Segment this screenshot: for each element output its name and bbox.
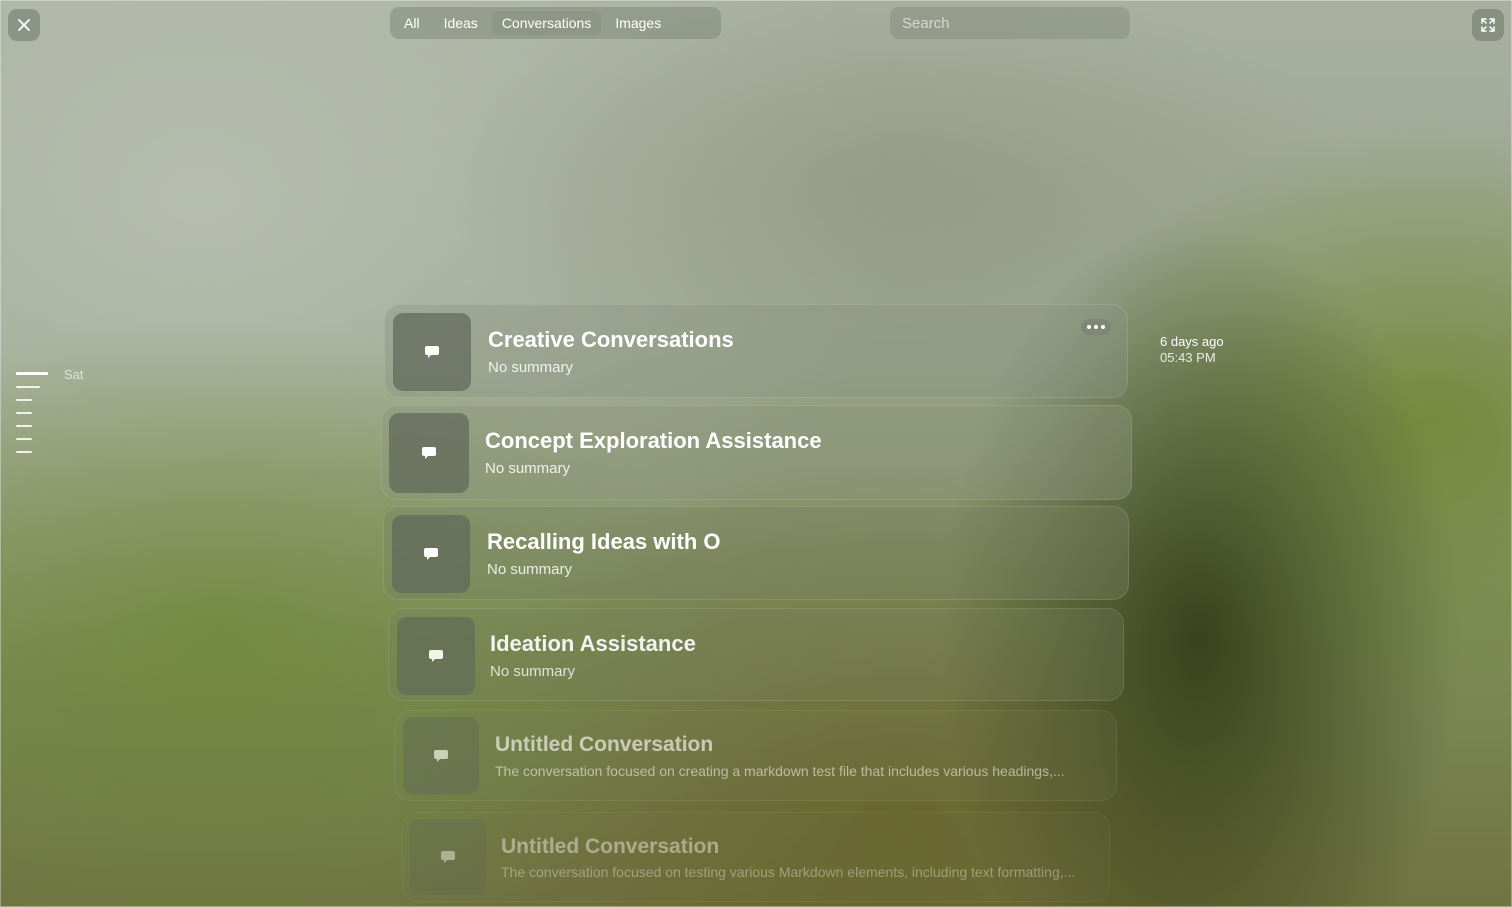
timeline-scrubber[interactable]: [16, 372, 48, 464]
timeline-tick: [16, 412, 32, 414]
timeline-tick: [16, 451, 32, 453]
tab-conversations[interactable]: Conversations: [491, 11, 602, 35]
more-options-button[interactable]: [1081, 319, 1111, 335]
close-button[interactable]: [8, 9, 40, 41]
timeline-tick: [16, 438, 32, 440]
tab-images[interactable]: Images: [605, 11, 671, 35]
timeline-tick: [16, 425, 32, 427]
conversation-thumbnail: [393, 313, 471, 391]
filter-tabs: All Ideas Conversations Images: [390, 7, 721, 39]
conversation-title: Ideation Assistance: [490, 631, 696, 656]
close-icon: [18, 19, 30, 31]
conversation-summary: The conversation focused on creating a m…: [495, 763, 1065, 779]
timeline-tick: [16, 399, 32, 401]
expand-icon: [1481, 18, 1495, 32]
expand-button[interactable]: [1472, 9, 1504, 41]
conversation-thumbnail: [403, 717, 479, 794]
conversation-card[interactable]: Creative Conversations No summary: [384, 304, 1128, 398]
conversation-title: Recalling Ideas with O: [487, 529, 721, 554]
conversation-thumbnail: [389, 413, 469, 493]
chat-bubble-icon: [434, 749, 448, 762]
tab-all[interactable]: All: [394, 11, 430, 35]
conversation-card[interactable]: Ideation Assistance No summary: [388, 608, 1124, 701]
conversation-meta: 6 days ago 05:43 PM: [1160, 334, 1224, 366]
timeline-day-label: Sat: [64, 367, 84, 382]
conversation-summary: No summary: [490, 663, 576, 680]
conversation-summary: The conversation focused on testing vari…: [501, 864, 1076, 880]
conversation-card[interactable]: Untitled Conversation The conversation f…: [395, 710, 1117, 801]
conversation-title: Creative Conversations: [488, 327, 734, 352]
more-icon: [1094, 325, 1098, 329]
conversation-thumbnail: [392, 515, 470, 593]
timeline-tick: [16, 372, 48, 375]
more-icon: [1101, 325, 1105, 329]
conversation-card[interactable]: Untitled Conversation The conversation f…: [402, 812, 1110, 902]
conversation-card[interactable]: Concept Exploration Assistance No summar…: [381, 405, 1132, 500]
search-input[interactable]: [890, 7, 1130, 39]
chat-bubble-icon: [425, 346, 439, 358]
relative-date: 6 days ago: [1160, 334, 1224, 349]
conversation-card[interactable]: Recalling Ideas with O No summary: [383, 506, 1129, 600]
conversation-thumbnail: [410, 819, 486, 895]
conversation-summary: No summary: [487, 561, 573, 578]
tab-ideas[interactable]: Ideas: [434, 11, 488, 35]
chat-bubble-icon: [422, 447, 436, 459]
conversation-title: Concept Exploration Assistance: [485, 428, 822, 453]
chat-bubble-icon: [424, 548, 438, 560]
conversation-title: Untitled Conversation: [495, 733, 714, 756]
timestamp: 05:43 PM: [1160, 350, 1216, 365]
more-icon: [1087, 325, 1091, 329]
conversation-summary: No summary: [485, 460, 571, 477]
timeline-tick: [16, 386, 40, 388]
conversation-thumbnail: [397, 617, 475, 695]
chat-bubble-icon: [429, 650, 443, 662]
conversation-summary: No summary: [488, 359, 574, 376]
chat-bubble-icon: [441, 851, 455, 863]
conversation-title: Untitled Conversation: [501, 835, 720, 858]
